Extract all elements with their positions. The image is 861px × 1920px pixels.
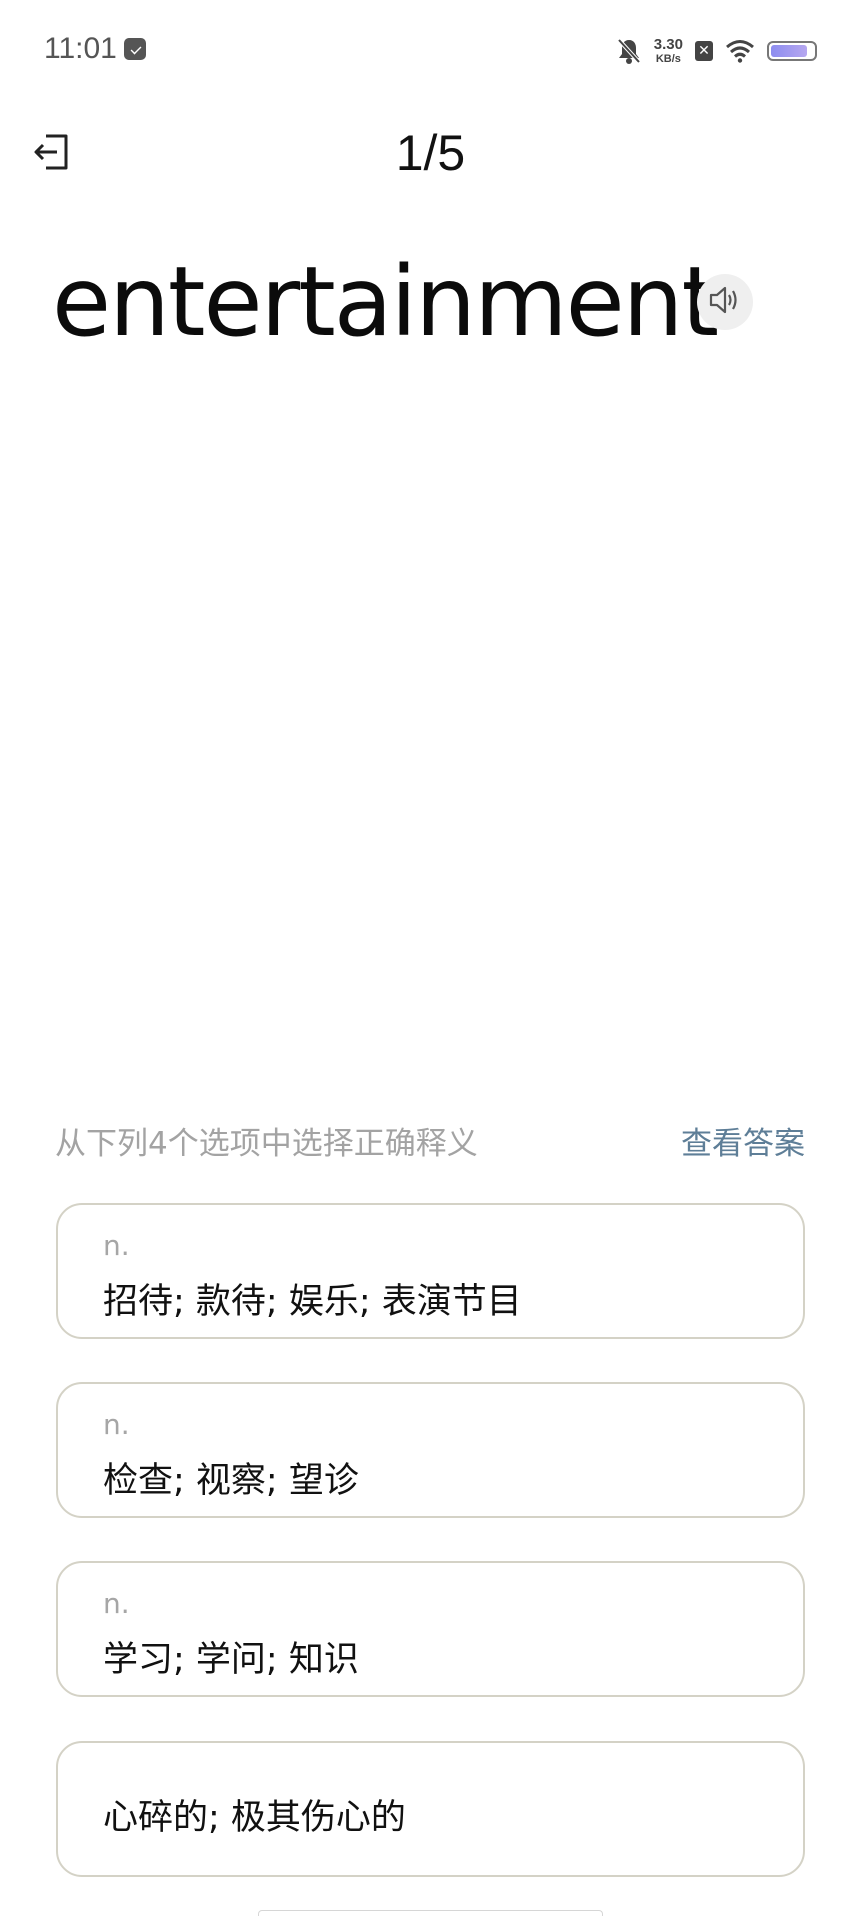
option-part-of-speech: n. — [103, 1229, 130, 1262]
option-meaning: 心碎的; 极其伤心的 — [103, 1798, 406, 1838]
answer-option-4[interactable]: 心碎的; 极其伤心的 — [56, 1741, 805, 1877]
option-meaning: 学习; 学问; 知识 — [103, 1640, 359, 1680]
option-meaning: 招待; 款待; 娱乐; 表演节目 — [103, 1282, 522, 1322]
quiz-instruction: 从下列4个选项中选择正确释义 — [55, 1126, 478, 1162]
answer-option-1[interactable]: n. 招待; 款待; 娱乐; 表演节目 — [56, 1203, 805, 1339]
battery-level — [771, 45, 807, 57]
option-part-of-speech: n. — [103, 1408, 130, 1441]
network-speed-unit: KB/s — [655, 53, 681, 65]
speaker-icon — [708, 285, 742, 319]
pronounce-button[interactable] — [697, 274, 753, 330]
status-time: 11:01 — [44, 32, 117, 65]
status-bar: 11:01 3.30 KB/s ✕ — [0, 0, 861, 100]
answer-option-2[interactable]: n. 检查; 视察; 望诊 — [56, 1382, 805, 1518]
view-answer-link[interactable]: 查看答案 — [681, 1118, 805, 1163]
notification-message-icon — [124, 38, 146, 60]
vocabulary-word: entertainment — [52, 246, 719, 358]
status-icons: 3.30 KB/s ✕ — [616, 34, 817, 68]
bell-muted-icon — [616, 37, 642, 65]
no-sim-icon: ✕ — [695, 41, 713, 61]
wifi-icon — [725, 39, 755, 63]
answer-option-3[interactable]: n. 学习; 学问; 知识 — [56, 1561, 805, 1697]
option-meaning: 检查; 视察; 望诊 — [103, 1461, 359, 1501]
network-speed: 3.30 KB/s — [654, 37, 683, 65]
progress-counter: 1/5 — [395, 125, 466, 181]
home-indicator[interactable] — [258, 1910, 603, 1916]
battery-icon — [767, 41, 817, 61]
option-part-of-speech: n. — [103, 1587, 130, 1620]
network-speed-value: 3.30 — [653, 36, 683, 53]
